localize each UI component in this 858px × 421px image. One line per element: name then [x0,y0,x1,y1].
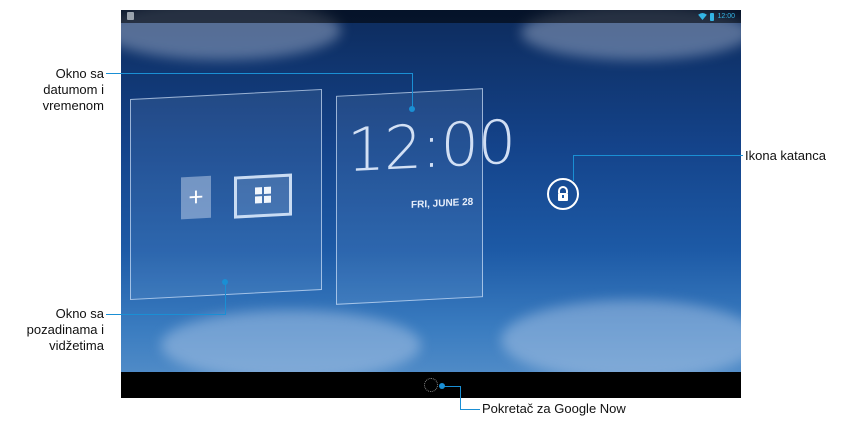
cloud [501,300,741,380]
callout-datetime-line1: Okno sa [55,66,104,81]
callout-datetime: Okno sa datumom i vremenom [26,66,104,114]
callout-line [412,73,413,109]
callout-line [573,155,743,156]
callout-wallpaper-line1: Okno sa [55,306,104,321]
tablet-screen: 12:00 + 12:00 FRI, JUNE 28 [121,10,741,398]
wifi-icon [698,13,708,20]
callout-dot [222,279,228,285]
battery-icon [710,12,715,21]
wallpaper-widget-pane[interactable]: + [130,88,322,301]
callout-dot [439,383,445,389]
callout-google-now: Pokretač za Google Now [482,401,626,416]
clock: 12:00 [347,107,515,187]
callout-line [106,73,412,74]
callout-line [460,409,480,410]
callout-line [460,386,461,410]
status-right: 12:00 [698,10,735,23]
callout-wallpaper-line3: vidžetima [49,338,104,353]
notification-icon [127,12,134,20]
callout-lock: Ikona katanca [745,148,826,163]
cloud [161,310,421,380]
status-time: 12:00 [717,13,735,20]
callout-wallpaper: Okno sa pozadinama i vidžetima [0,306,104,354]
callout-datetime-line3: vremenom [42,98,104,113]
callout-wallpaper-line2: pozadinama i [26,322,104,337]
navigation-bar [121,372,741,398]
callout-line [106,314,226,315]
widgets-icon[interactable] [234,173,292,219]
date-time-pane[interactable]: 12:00 FRI, JUNE 28 [336,88,515,305]
date: FRI, JUNE 28 [411,196,474,211]
callout-line [443,386,461,387]
callout-datetime-line2: datumom i [43,82,104,97]
status-bar: 12:00 [121,10,741,23]
callout-line [573,155,574,181]
add-icon[interactable]: + [181,175,211,220]
callout-dot [409,106,415,112]
callout-line [225,282,226,315]
google-now-icon[interactable] [424,378,438,392]
lock-icon[interactable] [547,178,579,210]
